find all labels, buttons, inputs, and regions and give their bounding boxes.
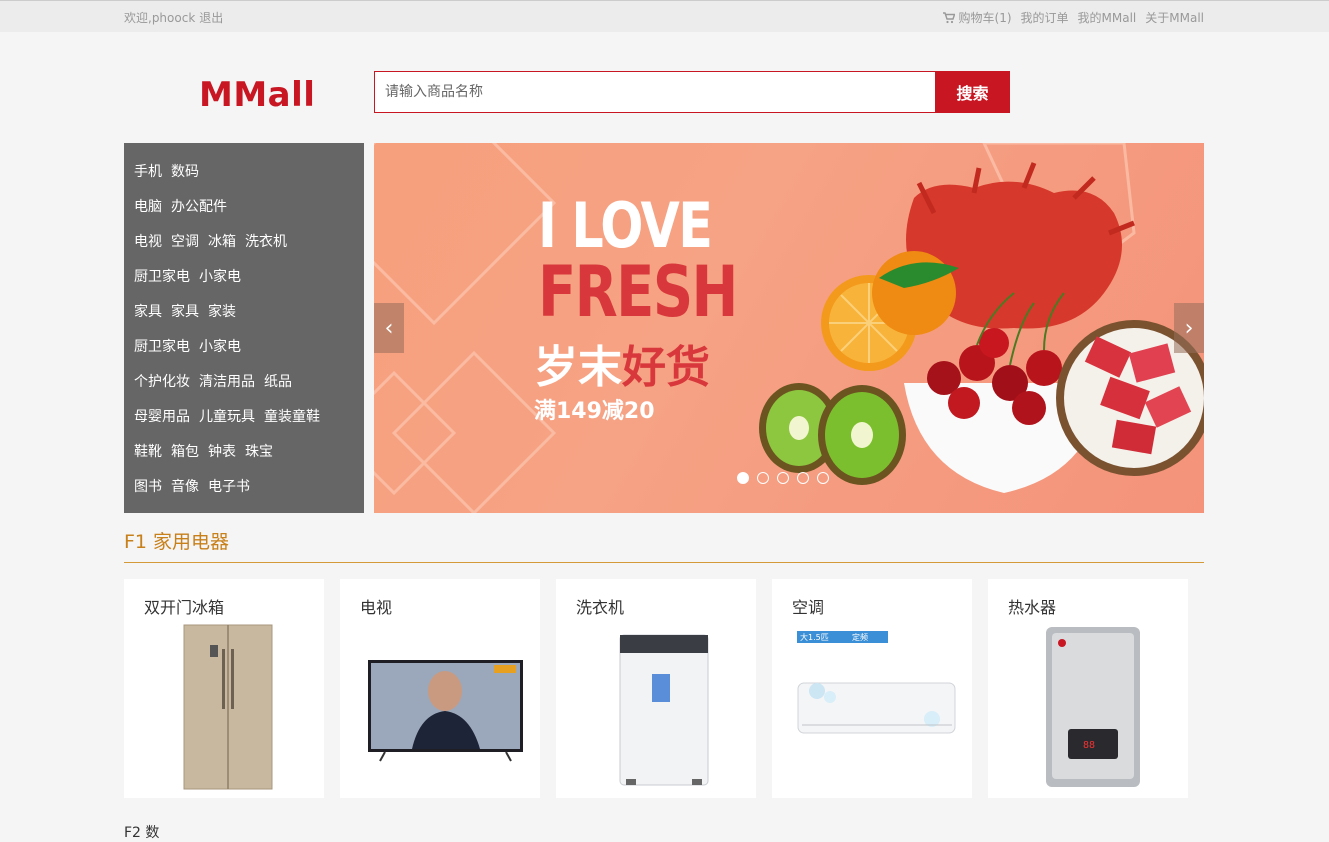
category-link[interactable]: 数码 bbox=[171, 161, 199, 181]
top-nav: 购物车(1) 我的订单 我的MMall 关于MMall bbox=[942, 9, 1204, 26]
category-link[interactable]: 珠宝 bbox=[245, 441, 273, 461]
banner-dot[interactable] bbox=[757, 472, 769, 484]
tv-icon bbox=[368, 660, 523, 762]
orange-icon bbox=[821, 251, 959, 371]
category-row: 厨卫家电 小家电 bbox=[124, 336, 364, 371]
banner-indicators bbox=[737, 472, 829, 484]
banner-dot[interactable] bbox=[817, 472, 829, 484]
banner-dot[interactable] bbox=[777, 472, 789, 484]
banner-dot[interactable] bbox=[797, 472, 809, 484]
banner-next-button[interactable]: › bbox=[1174, 303, 1204, 353]
search-bar: 搜索 bbox=[374, 71, 1010, 113]
banner-prev-button[interactable]: ‹ bbox=[374, 303, 404, 353]
category-row: 图书 音像 电子书 bbox=[124, 476, 364, 511]
category-link[interactable]: 电视 bbox=[134, 231, 162, 251]
category-link[interactable]: 钟表 bbox=[208, 441, 236, 461]
category-link[interactable]: 电脑 bbox=[134, 196, 162, 216]
category-row: 家具 家具 家装 bbox=[124, 301, 364, 336]
category-link[interactable]: 母婴用品 bbox=[134, 406, 190, 426]
category-menu: 手机 数码 电脑 办公配件 电视 空调 冰箱 洗衣机 厨卫家电 小家电 家具 家具 家装 厨卫家电 小家电个… bbox=[124, 143, 364, 513]
category-link[interactable]: 电子书 bbox=[208, 476, 250, 496]
category-link[interactable]: 音像 bbox=[171, 476, 199, 496]
product-card[interactable]: 电视 bbox=[340, 579, 540, 798]
ac-tag-1: 大1.5匹 bbox=[800, 632, 829, 642]
svg-text:88: 88 bbox=[1083, 740, 1095, 751]
banner-carousel: I LOVE FRESH 岁末 好货 满149减20 ‹ › bbox=[374, 143, 1204, 513]
product-card[interactable]: 热水器 88 bbox=[988, 579, 1188, 798]
category-link[interactable]: 箱包 bbox=[171, 441, 199, 461]
floor-title: F1 家用电器 bbox=[124, 531, 230, 553]
category-row: 电视 空调 冰箱 洗衣机 bbox=[124, 231, 364, 266]
next-floor-title: F2 数 bbox=[124, 825, 160, 841]
chevron-right-icon: › bbox=[1184, 315, 1194, 341]
category-link[interactable]: 纸品 bbox=[264, 371, 292, 391]
search-input[interactable] bbox=[374, 71, 935, 113]
category-link[interactable]: 清洁用品 bbox=[199, 371, 255, 391]
category-link[interactable]: 手机 bbox=[134, 161, 162, 181]
product-card[interactable]: 双开门冰箱 bbox=[124, 579, 324, 798]
category-link[interactable]: 小家电 bbox=[199, 266, 241, 286]
category-row: 个护化妆 清洁用品 纸品 bbox=[124, 371, 364, 406]
cart-icon bbox=[942, 12, 955, 24]
ac-tag-2: 定频 bbox=[852, 632, 868, 642]
category-link[interactable]: 图书 bbox=[134, 476, 162, 496]
category-link[interactable]: 洗衣机 bbox=[245, 231, 287, 251]
logout-link[interactable]: 退出 bbox=[199, 9, 223, 26]
product-card[interactable]: 空调 大1.5匹 定频 bbox=[772, 579, 972, 798]
category-link[interactable]: 小家电 bbox=[199, 336, 241, 356]
category-link[interactable]: 个护化妆 bbox=[134, 371, 190, 391]
category-row: 母婴用品 儿童玩具 童装童鞋 bbox=[124, 406, 364, 441]
category-link[interactable]: 童装童鞋 bbox=[264, 406, 320, 426]
category-link[interactable]: 厨卫家电 bbox=[134, 336, 190, 356]
category-row: 厨卫家电 小家电 bbox=[124, 266, 364, 301]
top-bar: 欢迎,phoock 退出 购物车(1) 我的订单 我的MMall 关于MMall bbox=[0, 0, 1329, 32]
fresh-produce-image bbox=[759, 162, 1204, 493]
fridge-icon bbox=[183, 624, 273, 790]
floor-divider bbox=[124, 562, 1204, 563]
water-heater-icon: 88 bbox=[1046, 627, 1140, 787]
cart-label: 购物车(1) bbox=[958, 11, 1012, 25]
category-link[interactable]: 办公配件 bbox=[171, 196, 227, 216]
category-link[interactable]: 空调 bbox=[171, 231, 199, 251]
welcome-area: 欢迎,phoock 退出 bbox=[124, 9, 223, 26]
product-card[interactable]: 洗衣机 bbox=[556, 579, 756, 798]
chevron-left-icon: ‹ bbox=[384, 315, 394, 341]
category-link[interactable]: 家具 bbox=[171, 301, 199, 321]
banner-dot[interactable] bbox=[737, 472, 749, 484]
category-link[interactable]: 家装 bbox=[208, 301, 236, 321]
category-link[interactable]: 儿童玩具 bbox=[199, 406, 255, 426]
washer-icon bbox=[619, 634, 709, 786]
category-link[interactable]: 鞋靴 bbox=[134, 441, 162, 461]
my-orders-link[interactable]: 我的订单 bbox=[1021, 9, 1069, 26]
product-grid: 双开门冰箱 电视 洗衣机 空调 大1.5匹 定频 热水器 88 bbox=[124, 579, 1188, 798]
cart-link[interactable]: 购物车(1) bbox=[942, 9, 1012, 26]
search-button[interactable]: 搜索 bbox=[935, 71, 1010, 113]
category-row: 鞋靴 箱包 钟表 珠宝 bbox=[124, 441, 364, 476]
category-link[interactable]: 厨卫家电 bbox=[134, 266, 190, 286]
my-mall-link[interactable]: 我的MMall bbox=[1078, 9, 1137, 26]
kiwi-icon bbox=[759, 383, 906, 485]
category-link[interactable]: 家具 bbox=[134, 301, 162, 321]
welcome-text: 欢迎,phoock bbox=[124, 11, 196, 25]
about-link[interactable]: 关于MMall bbox=[1145, 9, 1204, 26]
category-row: 电脑 办公配件 bbox=[124, 196, 364, 231]
air-conditioner-icon: 大1.5匹 定频 bbox=[797, 631, 956, 734]
category-link[interactable]: 冰箱 bbox=[208, 231, 236, 251]
site-logo[interactable]: MMall bbox=[199, 75, 315, 115]
category-row: 手机 数码 bbox=[124, 161, 364, 196]
